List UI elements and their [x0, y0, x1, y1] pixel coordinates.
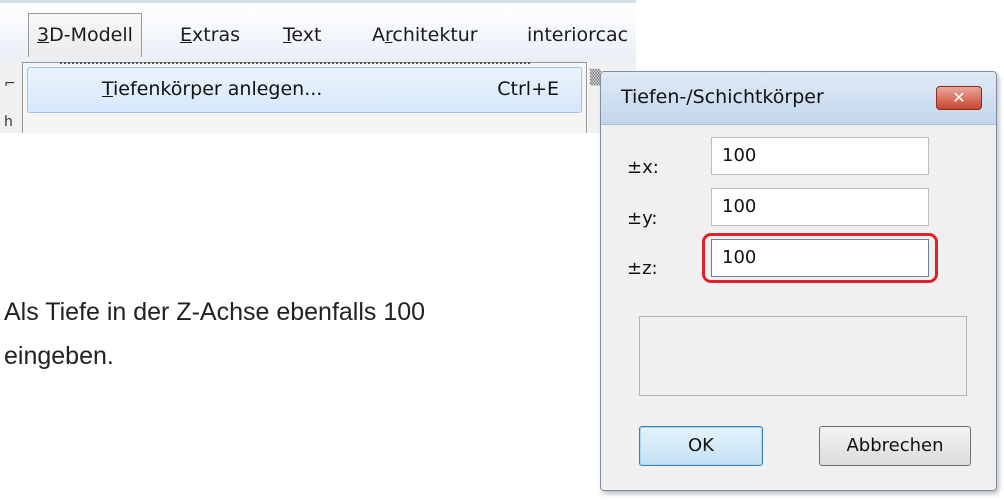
menu-extras-label: xtras: [192, 24, 241, 46]
instruction-line-2: eingeben.: [4, 342, 114, 370]
menu-3d-modell[interactable]: 3D-Modell: [28, 13, 142, 57]
label-x: ±x:: [627, 157, 659, 178]
highlight-ring: [702, 233, 938, 283]
input-x[interactable]: 100: [711, 137, 929, 175]
menu-architektur[interactable]: Architektur: [372, 15, 478, 55]
menu-screenshot: 3D-Modell Extras Text Architektur interi…: [0, 0, 636, 133]
strip-glyph-1: ⌐: [4, 76, 16, 92]
info-panel: [639, 316, 967, 396]
menu-extras[interactable]: Extras: [180, 15, 240, 55]
menu-item-label-rest: iefenkörper anlegen...: [113, 78, 323, 100]
menu-architektur-label: chitektur: [392, 24, 478, 46]
input-y[interactable]: 100: [711, 188, 929, 226]
dialog-tiefen-schichtkoerper: Tiefen-/Schichtkörper ✕ ±x: 100 ±y: 100 …: [600, 71, 997, 491]
ok-button[interactable]: OK: [639, 426, 763, 466]
menu-interiorcad-label: interiorcac: [527, 24, 629, 46]
menu-item-mnemonic: T: [102, 78, 114, 100]
close-icon: ✕: [952, 88, 966, 107]
menu-3d-modell-mnemonic: 3: [37, 24, 50, 46]
label-z: ±z:: [627, 258, 658, 279]
label-y: ±y:: [627, 208, 658, 229]
dialog-titlebar[interactable]: Tiefen-/Schichtkörper ✕: [601, 72, 996, 125]
instruction-line-1: Als Tiefe in der Z-Achse ebenfalls 100: [4, 298, 426, 326]
menu-item-shortcut: Ctrl+E: [497, 78, 559, 100]
cancel-button[interactable]: Abbrechen: [819, 426, 971, 466]
menu-3d-modell-label: D-Modell: [49, 24, 133, 46]
strip-glyph-2: h: [4, 114, 13, 130]
menubar: 3D-Modell Extras Text Architektur interi…: [0, 0, 636, 62]
dialog-title: Tiefen-/Schichtkörper: [621, 86, 824, 108]
next-menu-item-partial: [60, 62, 530, 74]
menu-text-label: ext: [291, 24, 322, 46]
close-button[interactable]: ✕: [936, 86, 982, 110]
menu-interiorcad[interactable]: interiorcac: [527, 15, 628, 55]
menu-architektur-pre: A: [372, 24, 385, 46]
instruction-text: Als Tiefe in der Z-Achse ebenfalls 100 e…: [4, 290, 564, 378]
menu-extras-mnemonic: E: [180, 24, 193, 46]
menu-item-label: Tiefenkörper anlegen...: [102, 78, 322, 100]
menu-text[interactable]: Text: [283, 15, 321, 55]
